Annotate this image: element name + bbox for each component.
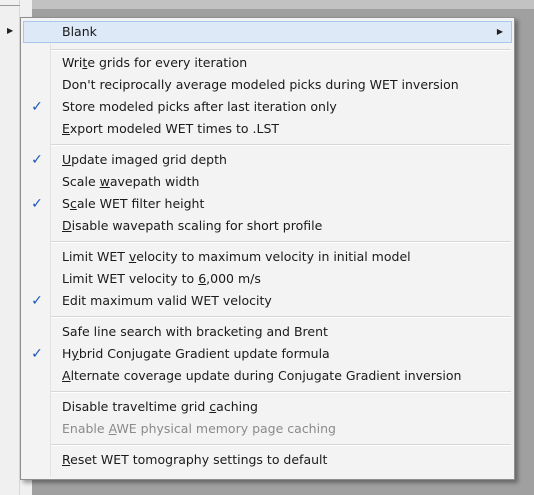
menu-item-label: Limit WET velocity to 6,000 m/s — [62, 271, 261, 286]
menu-separator — [51, 241, 511, 243]
menu-item-label: Store modeled picks after last iteration… — [62, 99, 337, 114]
check-icon: ✓ — [31, 293, 43, 309]
menu-item-edit-max-valid-wet-velocity[interactable]: ✓ Edit maximum valid WET velocity — [23, 290, 512, 312]
menu-item-label: Update imaged grid depth — [62, 152, 227, 167]
menu-item-enable-awe-page-caching: Enable AWE physical memory page caching — [23, 418, 512, 440]
menu-item-label: Alternate coverage update during Conjuga… — [62, 368, 462, 383]
menu-item-label: Disable traveltime grid caching — [62, 399, 258, 414]
menu-item-hybrid-conjugate-gradient[interactable]: ✓ Hybrid Conjugate Gradient update formu… — [23, 343, 512, 365]
wet-tomography-settings-menu: Blank ▶ Write grids for every iteration … — [20, 17, 515, 480]
menu-item-label: Export modeled WET times to .LST — [62, 121, 280, 136]
check-icon: ✓ — [31, 346, 43, 362]
menu-item-limit-wet-velocity-initial-model[interactable]: Limit WET velocity to maximum velocity i… — [23, 246, 512, 268]
check-icon: ✓ — [31, 152, 43, 168]
menu-item-scale-wet-filter-height[interactable]: ✓ Scale WET filter height — [23, 193, 512, 215]
menu-item-blank-label: Blank — [62, 24, 97, 39]
submenu-arrow-icon: ▶ — [496, 27, 503, 36]
menu-item-update-imaged-grid-depth[interactable]: ✓ Update imaged grid depth — [23, 149, 512, 171]
menu-item-label: Reset WET tomography settings to default — [62, 452, 328, 467]
menu-item-label: Scale wavepath width — [62, 174, 200, 189]
menu-item-limit-wet-velocity-6000[interactable]: Limit WET velocity to 6,000 m/s — [23, 268, 512, 290]
menu-item-label: Limit WET velocity to maximum velocity i… — [62, 249, 411, 264]
menu-item-alternate-coverage-update[interactable]: Alternate coverage update during Conjuga… — [23, 365, 512, 387]
menu-item-label: Don't reciprocally average modeled picks… — [62, 77, 459, 92]
check-icon: ✓ — [31, 196, 43, 212]
menu-item-label: Write grids for every iteration — [62, 55, 248, 70]
check-icon: ✓ — [31, 99, 43, 115]
menu-separator — [51, 316, 511, 318]
menu-item-label: Disable wavepath scaling for short profi… — [62, 218, 323, 233]
menu-item-label: Hybrid Conjugate Gradient update formula — [62, 346, 330, 361]
menu-item-scale-wavepath-width[interactable]: Scale wavepath width — [23, 171, 512, 193]
menu-item-label: Scale WET filter height — [62, 196, 205, 211]
menu-item-export-wet-times[interactable]: Export modeled WET times to .LST — [23, 118, 512, 140]
menu-item-dont-reciprocally-average[interactable]: Don't reciprocally average modeled picks… — [23, 74, 512, 96]
window-background — [32, 0, 534, 9]
menu-item-safe-line-search[interactable]: Safe line search with bracketing and Bre… — [23, 321, 512, 343]
menu-item-disable-traveltime-grid-caching[interactable]: Disable traveltime grid caching — [23, 396, 512, 418]
parent-menu-edge — [0, 5, 20, 6]
menu-item-store-modeled-picks[interactable]: ✓ Store modeled picks after last iterati… — [23, 96, 512, 118]
parent-submenu-arrow-icon: ▶ — [7, 26, 14, 35]
menu-separator — [51, 391, 511, 393]
menu-separator — [51, 444, 511, 446]
menu-item-label: Edit maximum valid WET velocity — [62, 293, 272, 308]
menu-item-reset-wet-settings[interactable]: Reset WET tomography settings to default — [23, 449, 512, 471]
menu-item-label: Safe line search with bracketing and Bre… — [62, 324, 328, 339]
menu-item-write-grids[interactable]: Write grids for every iteration — [23, 52, 512, 74]
menu-item-blank[interactable]: Blank ▶ — [23, 21, 512, 43]
menu-separator — [51, 49, 511, 51]
menu-item-disable-wavepath-scaling[interactable]: Disable wavepath scaling for short profi… — [23, 215, 512, 237]
menu-item-label: Enable AWE physical memory page caching — [62, 421, 336, 436]
menu-separator — [51, 144, 511, 146]
